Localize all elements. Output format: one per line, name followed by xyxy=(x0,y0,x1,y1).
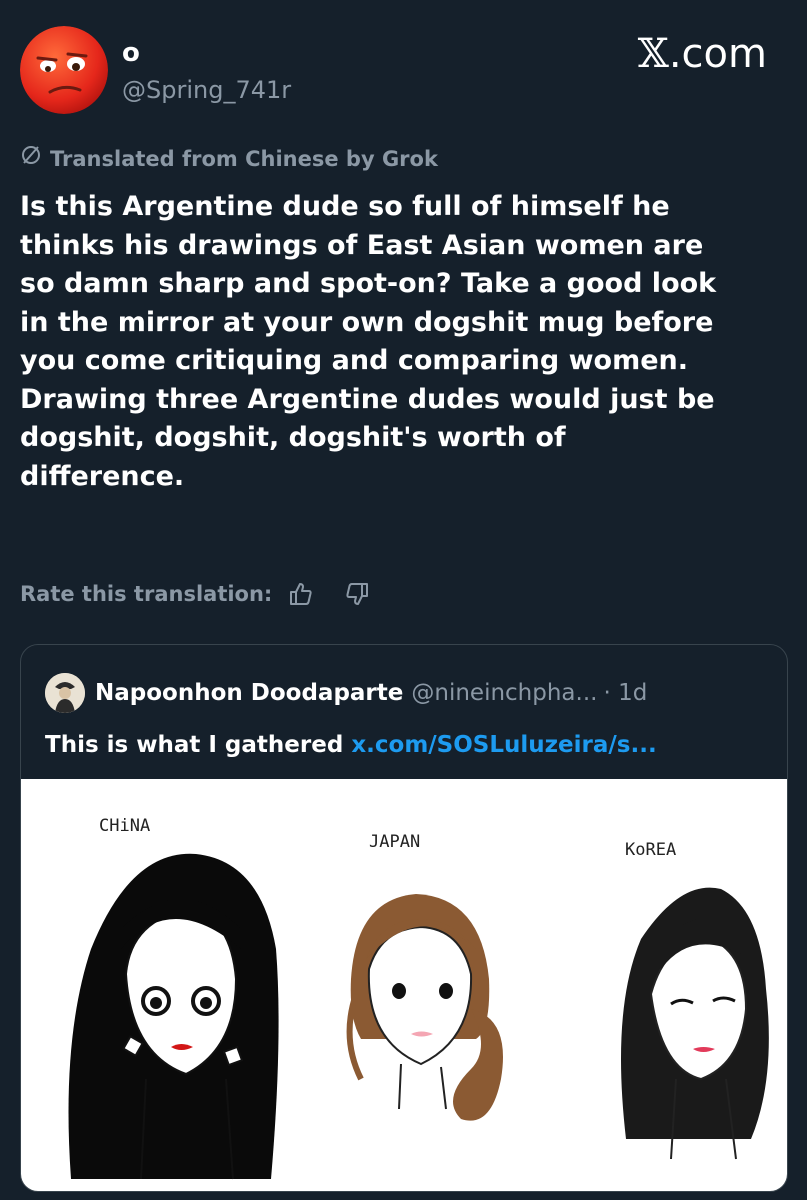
quoted-tweet-image[interactable]: CHiNA JAPAN KoREA xyxy=(21,779,787,1191)
drawing-japan xyxy=(346,894,503,1121)
brand-logo: 𝕏.com xyxy=(638,30,767,78)
author-avatar[interactable] xyxy=(20,26,108,114)
image-label-japan: JAPAN xyxy=(369,832,420,852)
quoted-tweet-text: This is what I gathered x.com/SOSLuluzei… xyxy=(45,729,657,761)
quoted-tweet-time: · 1d xyxy=(603,680,648,706)
image-label-china: CHiNA xyxy=(99,816,150,836)
author-display-name[interactable]: o xyxy=(122,38,140,68)
image-label-korea: KoREA xyxy=(625,840,676,860)
quoted-tweet-body: This is what I gathered xyxy=(45,732,344,758)
drawing-korea xyxy=(621,887,769,1160)
translation-notice: Translated from Chinese by Grok xyxy=(20,144,438,173)
rate-translation-label: Rate this translation: xyxy=(20,582,273,606)
translate-icon xyxy=(20,144,42,173)
quoted-author-handle[interactable]: @nineinchpha... xyxy=(411,678,597,708)
rate-translation: Rate this translation: xyxy=(20,578,372,610)
quoted-tweet-card[interactable]: Napoonhon Doodaparte @nineinchpha... · 1… xyxy=(20,644,788,1192)
x-logo-icon: 𝕏 xyxy=(637,31,669,77)
quoted-author-name[interactable]: Napoonhon Doodaparte xyxy=(95,678,403,708)
quoted-tweet-link[interactable]: x.com/SOSLuluzeira/s... xyxy=(351,732,656,758)
brand-label: .com xyxy=(668,31,767,77)
thumbs-up-icon[interactable] xyxy=(286,579,316,609)
drawing-china xyxy=(68,853,279,1180)
thumbs-down-icon[interactable] xyxy=(342,579,372,609)
quoted-tweet-header: Napoonhon Doodaparte @nineinchpha... · 1… xyxy=(45,673,647,713)
author-handle[interactable]: @Spring_741r xyxy=(122,74,291,106)
quoted-author-avatar[interactable] xyxy=(45,673,85,713)
tweet-text: Is this Argentine dude so full of himsel… xyxy=(20,191,717,492)
translation-notice-text: Translated from Chinese by Grok xyxy=(50,146,438,171)
